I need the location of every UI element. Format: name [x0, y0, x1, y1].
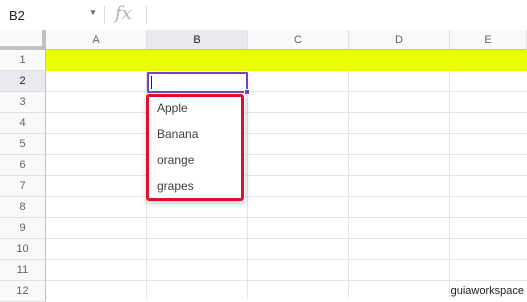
text-cursor — [151, 76, 152, 89]
divider — [146, 6, 147, 24]
formula-input[interactable] — [151, 4, 525, 28]
column-header-e[interactable]: E — [450, 30, 527, 50]
row-header-4[interactable]: 4 — [0, 113, 46, 134]
function-icon: fx — [115, 3, 132, 24]
column-header-d[interactable]: D — [349, 30, 450, 50]
watermark: guiaworkspace — [450, 285, 524, 297]
name-box[interactable]: B2 ▼ — [0, 0, 105, 30]
row-1-highlight[interactable] — [46, 50, 527, 71]
divider — [104, 6, 105, 24]
cell-reference[interactable]: B2 — [9, 8, 25, 23]
row-header-8[interactable]: 8 — [0, 197, 46, 218]
row-header-7[interactable]: 7 — [0, 176, 46, 197]
active-cell-b2[interactable] — [147, 72, 248, 93]
row-header-9[interactable]: 9 — [0, 218, 46, 239]
row-header-1[interactable]: 1 — [0, 50, 46, 71]
row-header-6[interactable]: 6 — [0, 155, 46, 176]
column-header-a[interactable]: A — [46, 30, 147, 50]
sheet-grid: A B C D E 1 2 3 4 5 6 7 8 9 10 11 12 — [0, 30, 527, 302]
row-header-2[interactable]: 2 — [0, 71, 46, 92]
cell-area[interactable] — [46, 50, 527, 299]
formula-bar: B2 ▼ fx — [0, 0, 527, 31]
row-header-10[interactable]: 10 — [0, 239, 46, 260]
row-header-11[interactable]: 11 — [0, 260, 46, 281]
column-header-c[interactable]: C — [248, 30, 349, 50]
select-all-corner[interactable] — [0, 30, 46, 50]
column-header-b[interactable]: B — [147, 30, 248, 50]
chevron-down-icon[interactable]: ▼ — [89, 8, 97, 17]
row-header-5[interactable]: 5 — [0, 134, 46, 155]
row-header-3[interactable]: 3 — [0, 92, 46, 113]
highlight-frame — [146, 94, 244, 201]
